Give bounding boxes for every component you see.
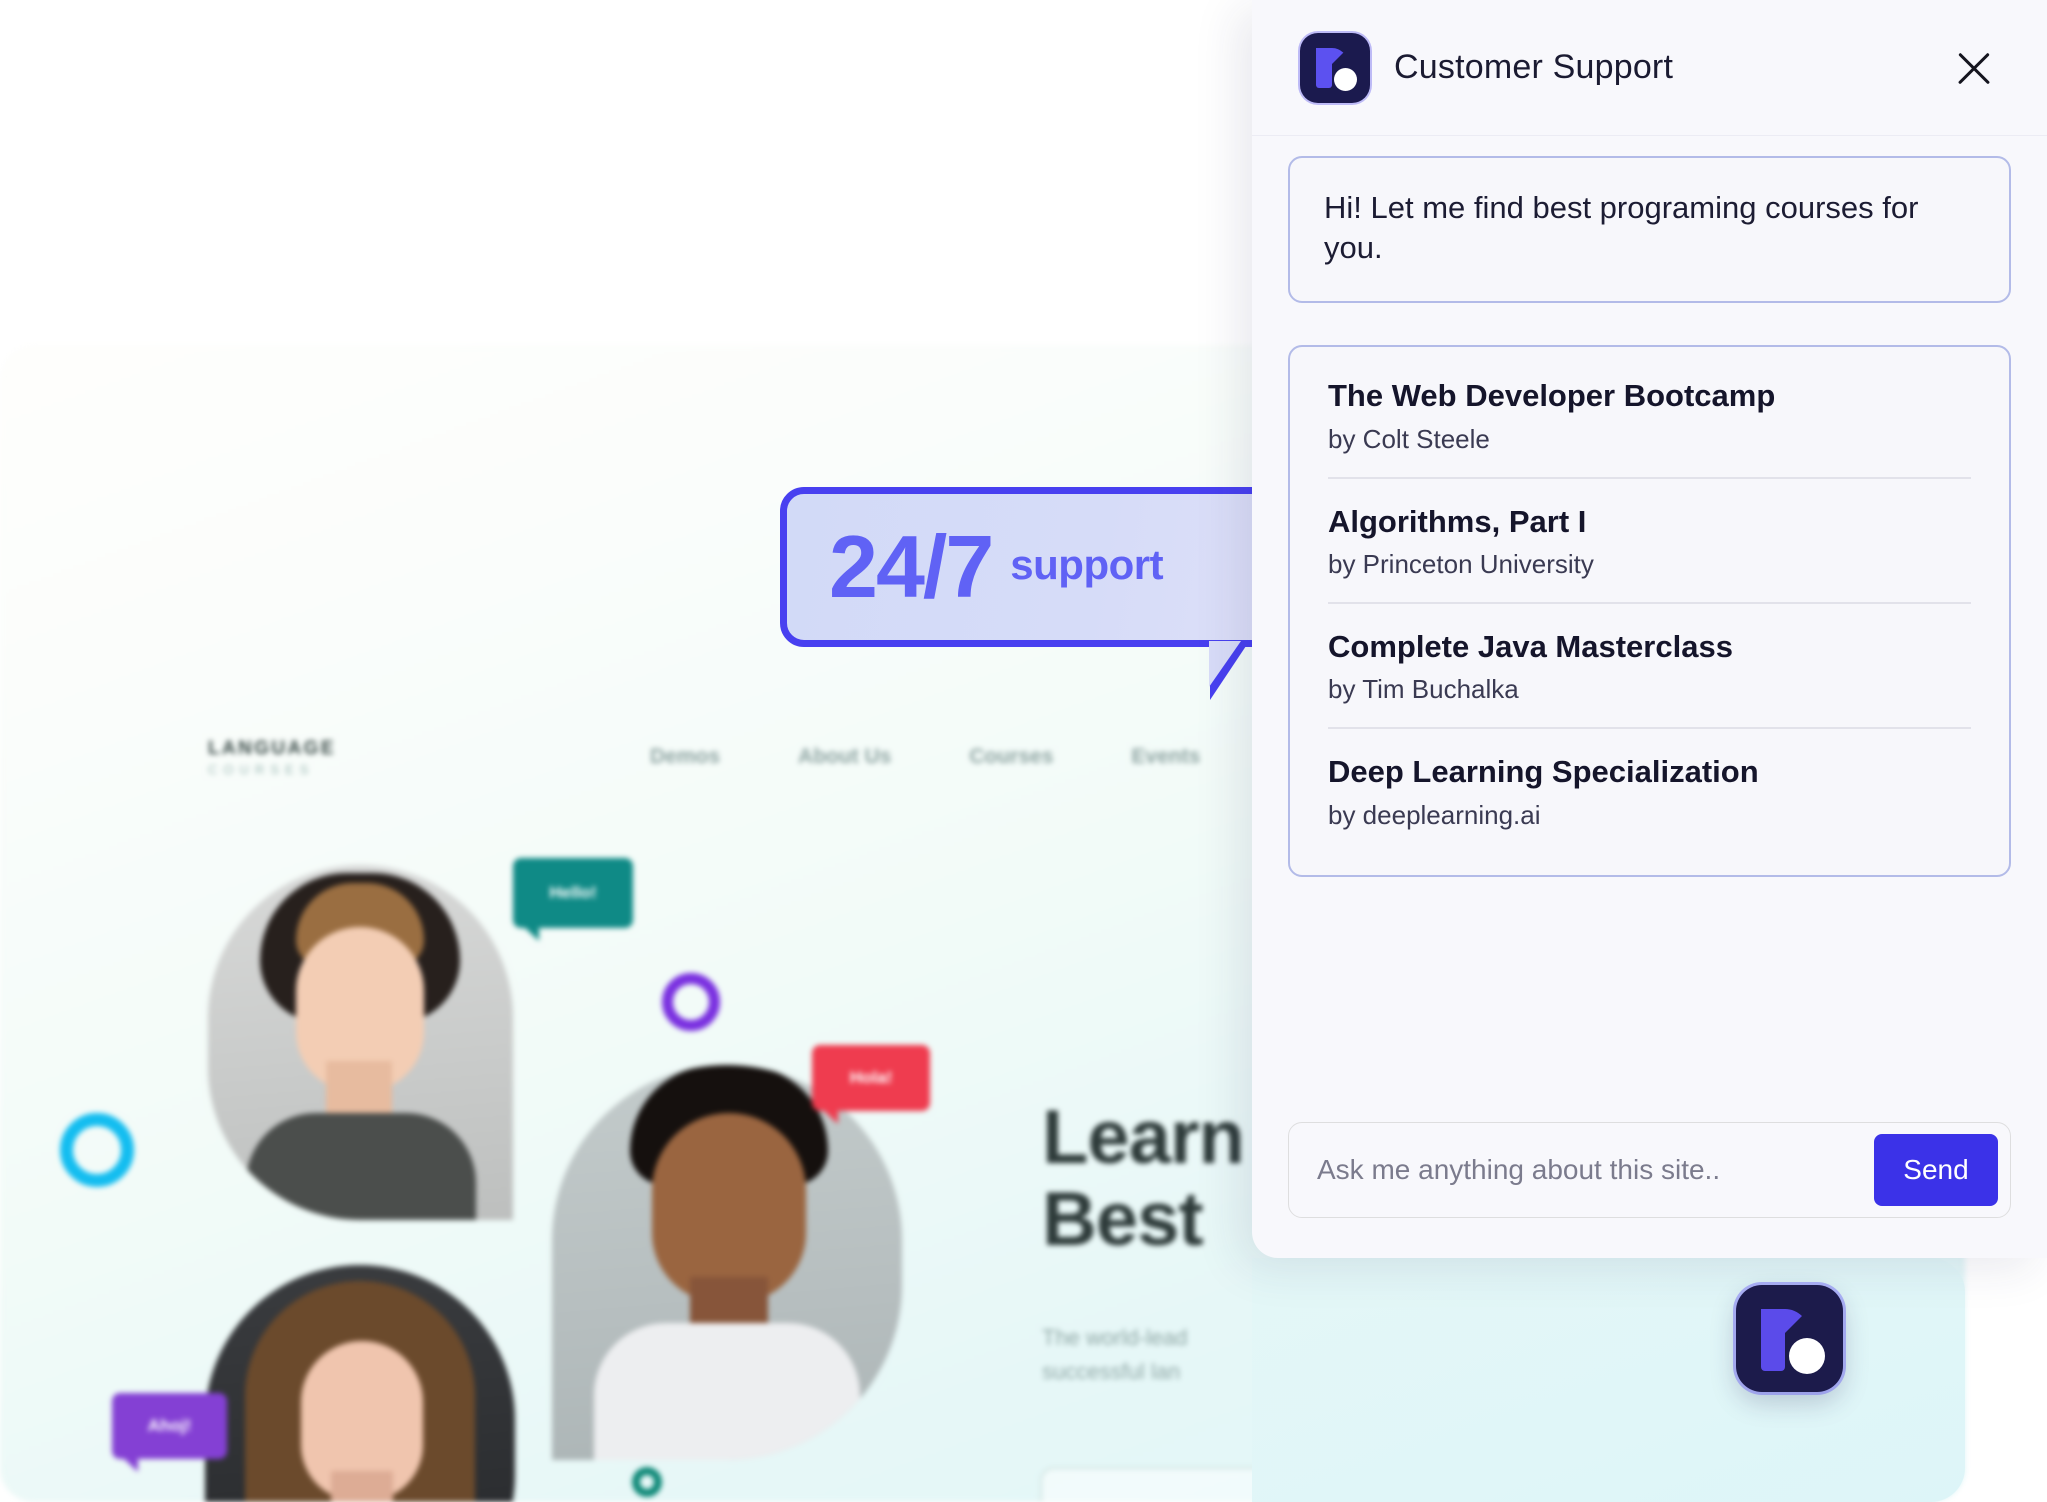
close-icon[interactable] <box>1947 41 2001 95</box>
chat-header: Customer Support <box>1252 0 2047 136</box>
chat-message-list: Hi! Let me find best programing courses … <box>1252 136 2047 1100</box>
customer-support-chat-panel: Customer Support Hi! Let me find best pr… <box>1252 0 2047 1258</box>
chat-panel-title: Customer Support <box>1394 48 1674 86</box>
portrait-photo <box>208 865 513 1220</box>
site-logo-secondary: COURSES <box>208 761 315 777</box>
course-author: by Colt Steele <box>1328 423 1490 454</box>
bot-message-bubble: Hi! Let me find best programing courses … <box>1288 156 2011 304</box>
chat-message-input[interactable] <box>1317 1123 1874 1217</box>
course-list-item[interactable]: Algorithms, Part I by Princeton Universi… <box>1328 476 1971 602</box>
course-title: The Web Developer Bootcamp <box>1328 378 1776 414</box>
language-tag-label: Hello! <box>549 883 597 902</box>
hero-subtext-line-1: The world-lead <box>1042 1325 1188 1350</box>
course-list-item[interactable]: Complete Java Masterclass by Tim Buchalk… <box>1328 602 1971 727</box>
nav-item-about-us[interactable]: About Us <box>798 745 891 769</box>
site-logo: LANGUAGE COURSES <box>208 737 358 779</box>
cyan-ring-icon <box>60 1113 134 1187</box>
promo-bubble-small-text: support <box>1010 541 1164 588</box>
logo-dot-shape <box>1334 67 1357 91</box>
course-author: by deeplearning.ai <box>1328 799 1541 830</box>
bot-message-text: Hi! Let me find best programing courses … <box>1324 190 1919 265</box>
language-tag: Hello! <box>513 858 633 941</box>
promo-bubble-big-text: 24/7 <box>829 517 994 616</box>
course-author: by Princeton University <box>1328 548 1594 579</box>
logo-stem-shape <box>1316 47 1332 88</box>
portrait-photo <box>552 1065 902 1460</box>
promo-bubble-tail-fill <box>1209 641 1241 687</box>
language-tag-label: Hola! <box>849 1068 893 1087</box>
chat-launcher-button[interactable] <box>1736 1285 1843 1392</box>
course-list-item[interactable]: Deep Learning Specialization by deeplear… <box>1328 727 1971 852</box>
screen-root: LANGUAGE COURSES Demos About Us Courses … <box>0 0 2047 1502</box>
nav-item-events[interactable]: Events <box>1131 745 1200 769</box>
purple-ring-icon <box>662 973 720 1031</box>
course-recommendation-card: The Web Developer Bootcamp by Colt Steel… <box>1288 345 2011 877</box>
portrait-shirt <box>594 1323 860 1460</box>
portrait-shirt <box>246 1113 476 1220</box>
language-tag-label: Ahoj! <box>147 1416 192 1435</box>
page-mint-strip <box>1252 1258 1965 1502</box>
chat-input-row: Send <box>1288 1122 2011 1218</box>
teal-ring-icon <box>632 1467 662 1497</box>
portrait-face <box>652 1113 806 1303</box>
chat-footer: Send <box>1252 1100 2047 1258</box>
send-button[interactable]: Send <box>1874 1134 1998 1206</box>
course-author: by Tim Buchalka <box>1328 674 1519 705</box>
promo-bubble-247-support: 24/7 support <box>780 487 1296 647</box>
launcher-logo-stem <box>1761 1309 1785 1371</box>
hero-heading: Learn Best <box>1042 1095 1245 1263</box>
course-title: Deep Learning Specialization <box>1328 754 1759 790</box>
nav-item-courses[interactable]: Courses <box>969 745 1053 769</box>
course-title: Algorithms, Part I <box>1328 503 1587 539</box>
portrait-photo <box>205 1265 515 1502</box>
site-nav: Demos About Us Courses Events <box>650 745 1200 769</box>
rapidbot-logo-icon <box>1300 32 1370 103</box>
language-tag: Hola! <box>812 1045 930 1124</box>
hero-subtext-line-2: successful lan <box>1042 1359 1181 1385</box>
course-list-item[interactable]: The Web Developer Bootcamp by Colt Steel… <box>1328 353 1971 476</box>
hero-subtext: The world-lead successful lan <box>1042 1321 1188 1389</box>
launcher-logo-dot <box>1789 1338 1825 1374</box>
nav-item-demos[interactable]: Demos <box>650 745 720 769</box>
portrait-neck <box>331 1471 393 1502</box>
language-tag: Ahoj! <box>112 1393 227 1472</box>
hero-heading-line-1: Learn <box>1042 1095 1245 1180</box>
course-title: Complete Java Masterclass <box>1328 629 1733 665</box>
site-logo-primary: LANGUAGE <box>208 738 336 759</box>
hero-heading-line-2: Best <box>1042 1177 1204 1263</box>
